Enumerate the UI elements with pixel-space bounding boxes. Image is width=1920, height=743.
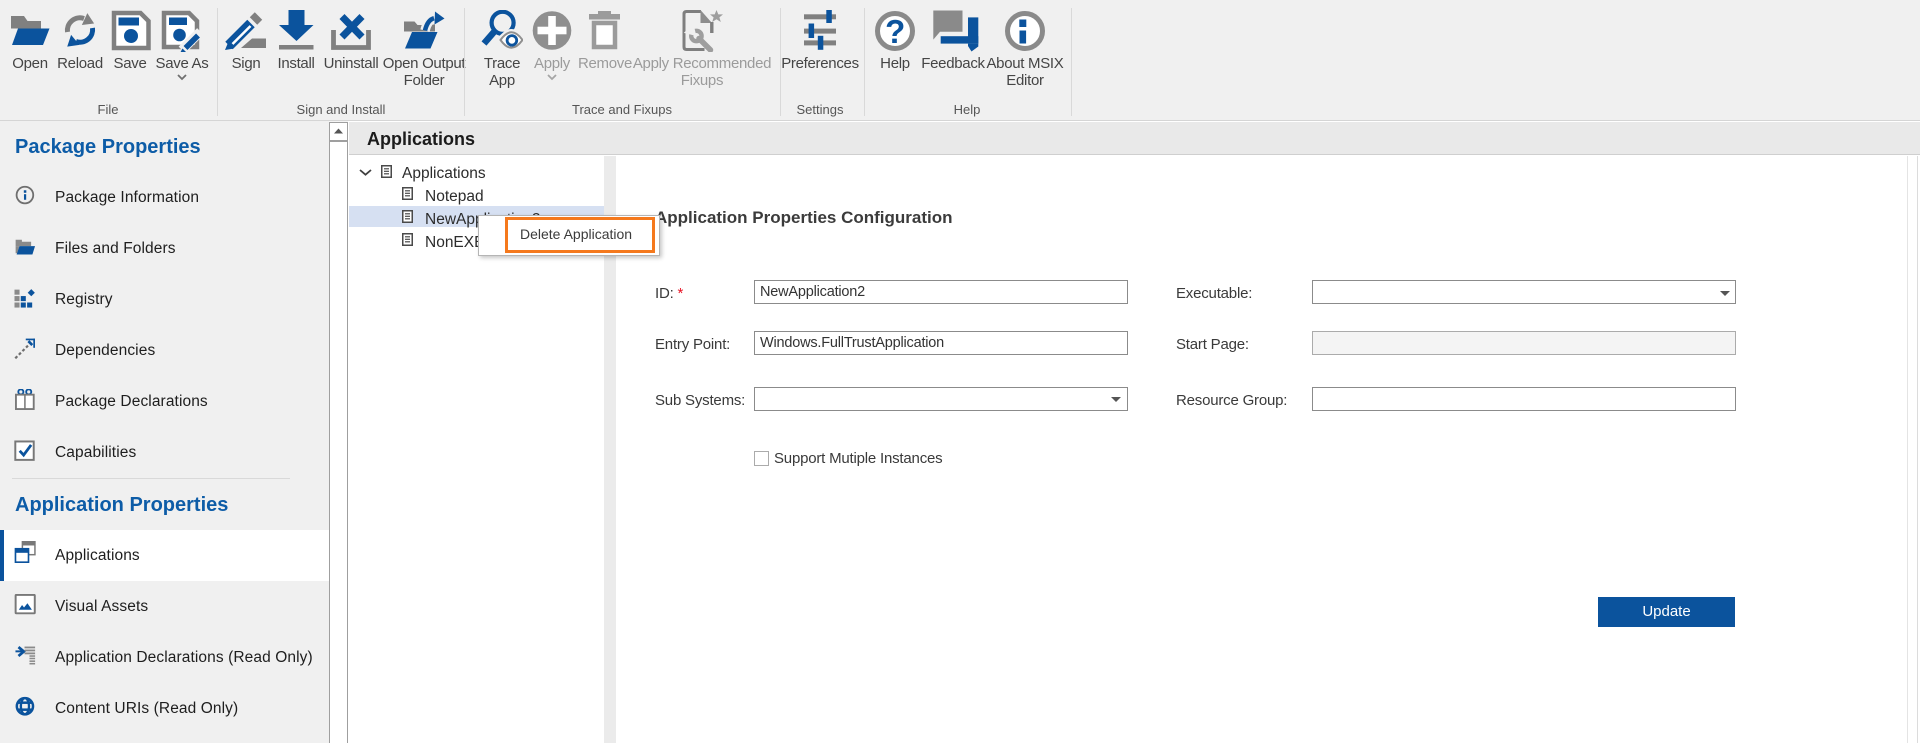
svg-text:?: ? <box>885 13 905 50</box>
